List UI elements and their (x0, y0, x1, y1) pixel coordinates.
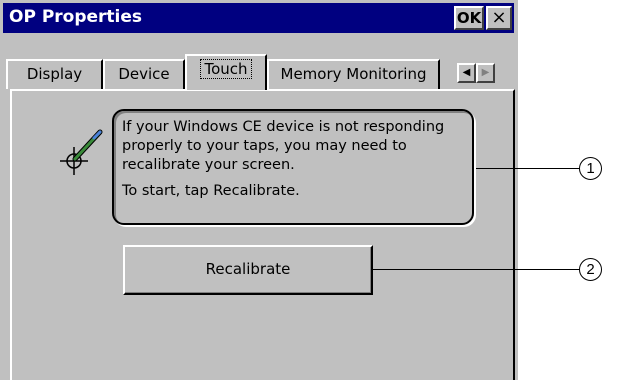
op-properties-dialog: OP Properties OK × Display Device Touch … (0, 0, 518, 380)
calibration-info-box: If your Windows CE device is not respond… (112, 109, 474, 225)
tab-touch[interactable]: Touch (185, 54, 267, 90)
start-instruction-text: To start, tap Recalibrate. (122, 183, 300, 199)
tab-scroll-right-button[interactable]: ▶ (476, 63, 495, 83)
tab-memory-monitoring[interactable]: Memory Monitoring (267, 59, 440, 89)
close-button[interactable]: × (486, 6, 512, 30)
tab-label: Display (26, 65, 83, 83)
recalibrate-button[interactable]: Recalibrate (123, 245, 373, 295)
tab-label: Memory Monitoring (280, 65, 427, 83)
window-title: OP Properties (9, 7, 143, 27)
tab-label: Device (118, 65, 170, 83)
tab-device[interactable]: Device (103, 59, 185, 89)
tab-scroll-left-button[interactable]: ◀ (457, 63, 476, 83)
tab-label: Touch (200, 59, 252, 79)
calibration-info-text: If your Windows CE device is not respond… (122, 119, 445, 173)
title-bar: OP Properties OK × (3, 3, 514, 33)
tab-display[interactable]: Display (6, 59, 103, 89)
recalibrate-label: Recalibrate (205, 260, 291, 278)
callout-marker-2: 2 (579, 258, 602, 281)
ok-button[interactable]: OK (454, 6, 484, 30)
callout-marker-1: 1 (579, 157, 602, 180)
